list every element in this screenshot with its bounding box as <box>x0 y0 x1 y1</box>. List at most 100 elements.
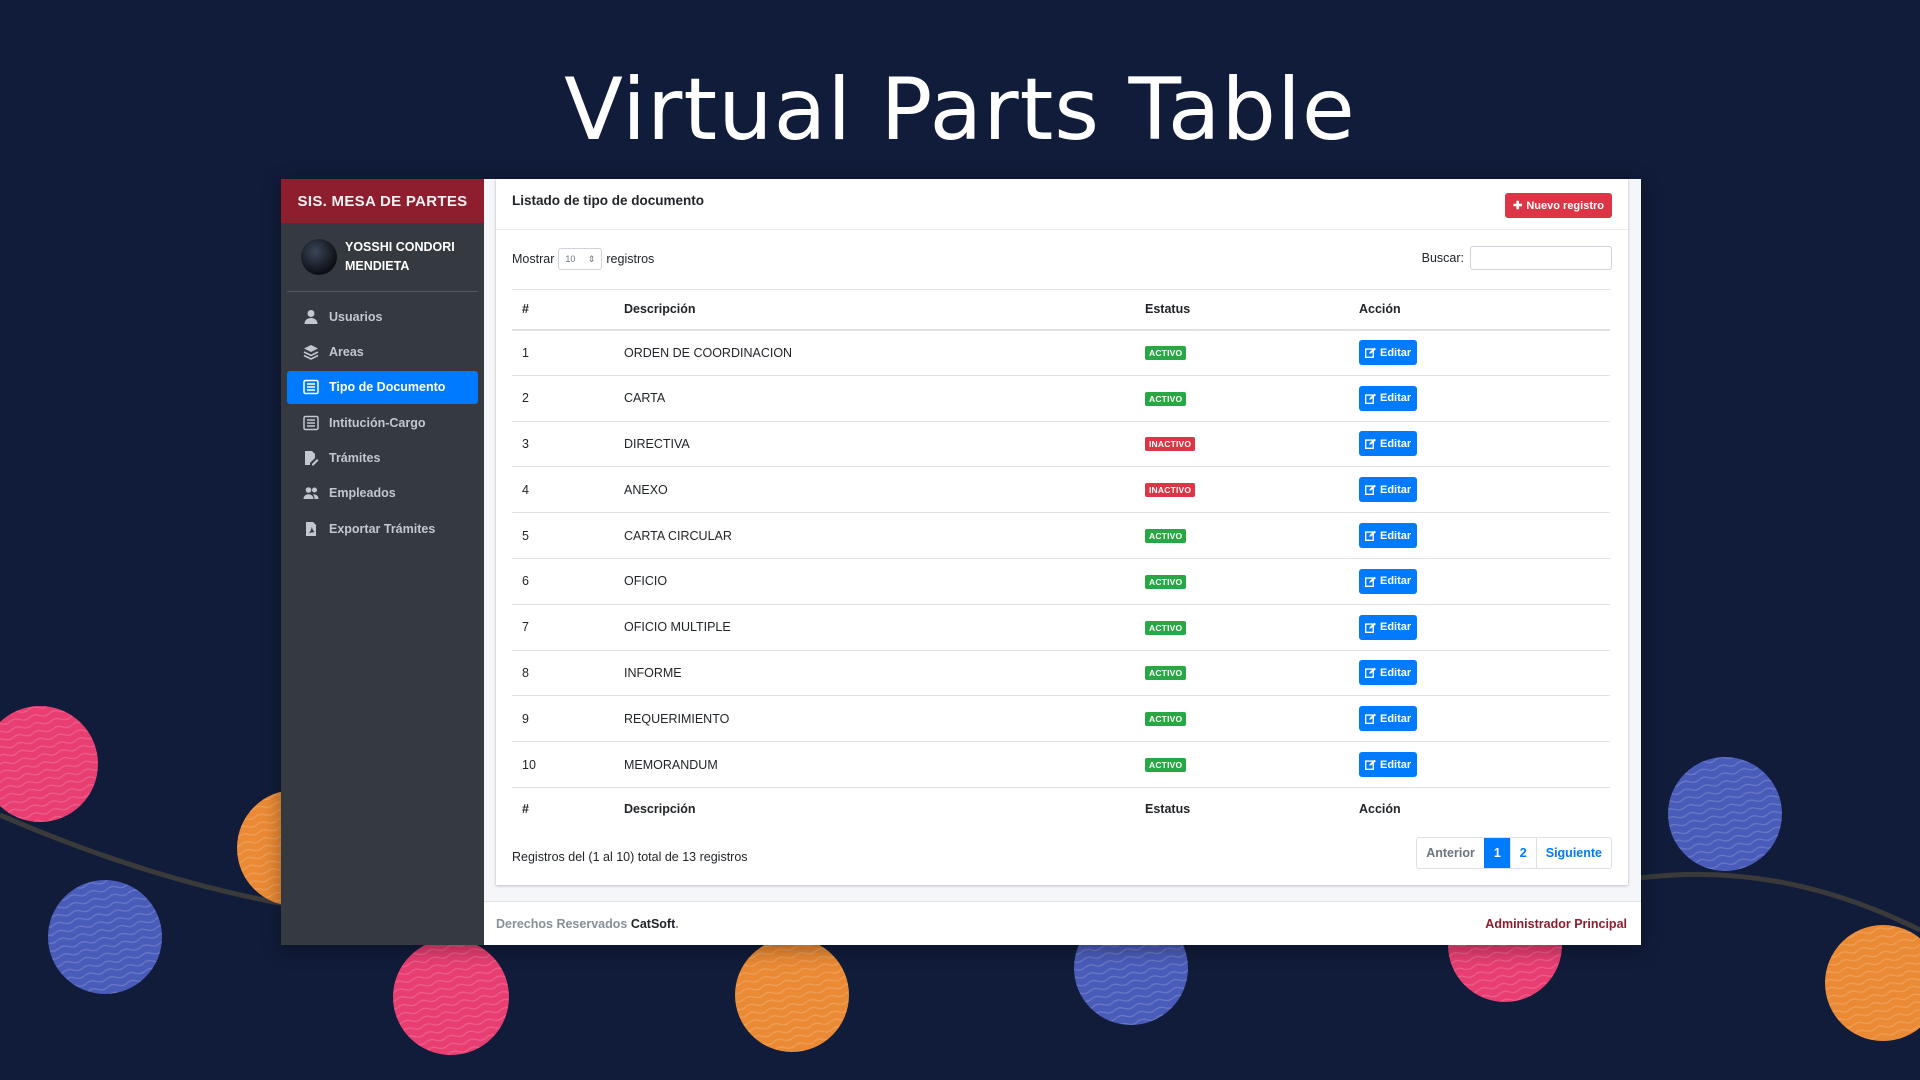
table-row: 5 CARTA CIRCULAR ACTIVO Editar <box>512 512 1610 559</box>
row-description: ANEXO <box>614 466 1135 513</box>
edit-icon <box>1365 622 1376 633</box>
column-header-action[interactable]: Acción <box>1349 289 1610 331</box>
edit-button[interactable]: Editar <box>1359 614 1418 640</box>
show-label: Mostrar <box>512 252 555 266</box>
edit-label: Editar <box>1380 712 1412 725</box>
edit-button[interactable]: Editar <box>1359 660 1418 686</box>
pagination-next[interactable]: Siguiente <box>1535 838 1611 868</box>
brand-title[interactable]: SIS. MESA DE PARTES <box>281 179 484 223</box>
table-row: 6 OFICIO ACTIVO Editar <box>512 557 1610 605</box>
sidebar-item-institucion-cargo[interactable]: Intitución-Cargo <box>287 406 478 439</box>
pagination-page-2[interactable]: 2 <box>1509 838 1536 868</box>
pagination-page-1[interactable]: 1 <box>1483 838 1510 868</box>
row-description: DIRECTIVA <box>614 420 1135 467</box>
edit-file-icon <box>303 450 319 466</box>
status-badge: ACTIVO <box>1145 529 1187 544</box>
avatar[interactable] <box>301 239 337 275</box>
plus-icon: ✚ <box>1513 200 1523 212</box>
row-number: 3 <box>512 420 614 467</box>
footer-company-link[interactable]: CatSoft <box>631 917 675 931</box>
row-action-cell: Editar <box>1349 329 1610 376</box>
row-description: REQUERIMIENTO <box>614 695 1135 742</box>
table-row: 10 MEMORANDUM ACTIVO Editar <box>512 741 1610 788</box>
user-name-line1: YOSSHI CONDORI <box>345 240 455 254</box>
new-record-label: Nuevo registro <box>1526 199 1604 212</box>
table-row: 9 REQUERIMIENTO ACTIVO Editar <box>512 695 1610 742</box>
row-description: ORDEN DE COORDINACION <box>614 329 1135 376</box>
new-record-button[interactable]: ✚ Nuevo registro <box>1505 193 1612 218</box>
column-header-status[interactable]: Estatus <box>1135 289 1349 331</box>
column-header-number[interactable]: # <box>512 289 614 331</box>
column-header-description[interactable]: Descripción <box>614 289 1135 331</box>
sidebar-item-tipo-documento[interactable]: Tipo de Documento <box>287 370 478 404</box>
status-badge: ACTIVO <box>1145 574 1187 589</box>
row-action-cell: Editar <box>1349 557 1610 605</box>
row-number: 5 <box>512 512 614 559</box>
users-icon <box>303 485 319 501</box>
status-badge: ACTIVO <box>1145 666 1187 681</box>
table-header-row: # Descripción Estatus Acción <box>512 289 1610 331</box>
row-status-cell: ACTIVO <box>1135 603 1349 651</box>
edit-label: Editar <box>1380 346 1412 359</box>
edit-button[interactable]: Editar <box>1359 477 1418 503</box>
document-type-table: # Descripción Estatus Acción 1 ORDEN DE C… <box>512 289 1610 830</box>
row-status-cell: ACTIVO <box>1135 557 1349 605</box>
footer-rights-text: Derechos Reservados <box>496 916 628 931</box>
table-footer-row: # Descripción Estatus Acción <box>512 786 1610 830</box>
page-length-select[interactable]: 10 ⇕ <box>558 248 603 270</box>
edit-button[interactable]: Editar <box>1359 752 1418 778</box>
edit-label: Editar <box>1380 483 1412 496</box>
edit-label: Editar <box>1380 529 1412 542</box>
status-badge: ACTIVO <box>1145 712 1187 727</box>
edit-button[interactable]: Editar <box>1359 706 1418 732</box>
table-info: Registros del (1 al 10) total de 13 regi… <box>512 850 748 864</box>
edit-icon <box>1365 484 1376 496</box>
row-action-cell: Editar <box>1349 374 1610 422</box>
sidebar-nav: Usuarios Areas Tipo de Documento Intituc… <box>281 300 484 545</box>
slide-title: Virtual Parts Table <box>564 60 1356 160</box>
sidebar-item-tramites[interactable]: Trámites <box>287 442 478 475</box>
sidebar-item-areas[interactable]: Areas <box>287 335 478 368</box>
table-row: 1 ORDEN DE COORDINACION ACTIVO Editar <box>512 329 1610 376</box>
edit-button[interactable]: Editar <box>1359 568 1418 594</box>
row-number: 10 <box>512 741 614 788</box>
edit-button[interactable]: Editar <box>1359 340 1418 366</box>
row-description: MEMORANDUM <box>614 741 1135 788</box>
row-number: 7 <box>512 603 614 651</box>
sidebar-item-label: Tipo de Documento <box>329 380 446 395</box>
row-number: 9 <box>512 695 614 742</box>
table-controls: Mostrar 10 ⇕ registros Buscar: <box>496 230 1628 288</box>
light-ball-pink-bottom <box>393 939 509 1055</box>
user-panel[interactable]: YOSSHI CONDORI MENDIETA <box>287 223 478 292</box>
row-description: CARTA <box>614 374 1135 422</box>
light-ball-orange-bottom <box>735 938 849 1052</box>
sidebar-item-label: Empleados <box>329 486 396 501</box>
light-ball-blue-left <box>48 880 162 994</box>
edit-button[interactable]: Editar <box>1359 385 1418 411</box>
row-action-cell: Editar <box>1349 603 1610 651</box>
app-window: SIS. MESA DE PARTES YOSSHI CONDORI MENDI… <box>281 179 1641 945</box>
sidebar: SIS. MESA DE PARTES YOSSHI CONDORI MENDI… <box>281 179 484 945</box>
row-status-cell: ACTIVO <box>1135 512 1349 559</box>
sidebar-item-empleados[interactable]: Empleados <box>287 477 478 510</box>
row-action-cell: Editar <box>1349 466 1610 513</box>
edit-button[interactable]: Editar <box>1359 523 1418 549</box>
edit-icon <box>1365 439 1376 450</box>
search-input[interactable] <box>1470 246 1612 270</box>
user-name-line2: MENDIETA <box>345 259 410 273</box>
row-number: 6 <box>512 557 614 605</box>
row-status-cell: ACTIVO <box>1135 741 1349 788</box>
column-footer-number: # <box>512 786 614 830</box>
edit-button[interactable]: Editar <box>1359 431 1418 457</box>
row-description: OFICIO MULTIPLE <box>614 603 1135 651</box>
row-description: CARTA CIRCULAR <box>614 512 1135 559</box>
sidebar-item-usuarios[interactable]: Usuarios <box>287 300 478 333</box>
row-action-cell: Editar <box>1349 741 1610 788</box>
row-action-cell: Editar <box>1349 695 1610 742</box>
row-number: 4 <box>512 466 614 513</box>
footer-period: . <box>675 916 679 931</box>
pagination-previous[interactable]: Anterior <box>1417 838 1484 868</box>
table-row: 8 INFORME ACTIVO Editar <box>512 649 1610 696</box>
layers-icon <box>303 344 319 360</box>
sidebar-item-exportar-tramites[interactable]: Exportar Trámites <box>287 512 478 545</box>
